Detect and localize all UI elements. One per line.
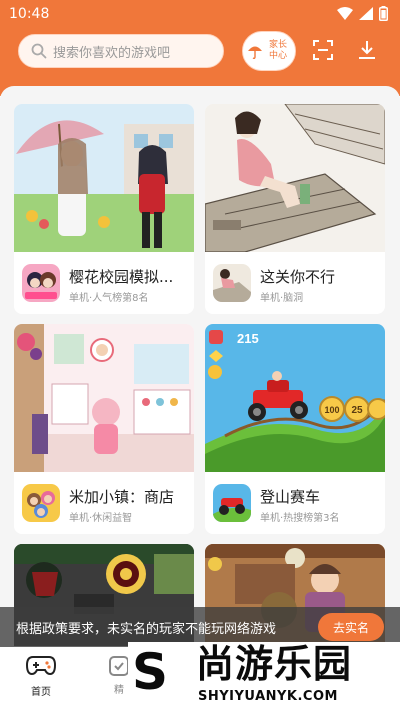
game-screenshot xyxy=(205,104,385,252)
watermark-logo-letter: S xyxy=(132,643,169,701)
game-screenshot: 215 100 25 xyxy=(205,324,385,472)
featured-icon xyxy=(109,656,129,676)
game-screenshot xyxy=(14,324,194,472)
status-time: 10:48 xyxy=(9,6,50,22)
download-icon[interactable] xyxy=(357,40,377,60)
coin-value: 100 xyxy=(324,405,339,415)
real-name-notice: 根据政策要求，未实名的玩家不能玩网络游戏 去实名 xyxy=(0,607,400,647)
verify-button[interactable]: 去实名 xyxy=(318,613,384,641)
game-card[interactable]: 215 100 25 登山赛车 单机·热搜榜第3名 xyxy=(205,324,385,534)
game-card[interactable]: 樱花校园模拟... 单机·人气榜第8名 xyxy=(14,104,194,314)
parent-center-label: 家长中心 xyxy=(268,40,287,61)
site-watermark: S 尚游乐园 SHYIYUANYK.COM xyxy=(128,642,400,708)
game-subtitle: 单机·热搜榜第3名 xyxy=(260,513,340,524)
wifi-icon xyxy=(337,7,353,20)
game-name: 樱花校园模拟... xyxy=(69,268,174,286)
umbrella-icon xyxy=(248,46,262,59)
status-bar: 10:48 xyxy=(0,0,400,28)
notice-text: 根据政策要求，未实名的玩家不能玩网络游戏 xyxy=(16,622,277,637)
game-subtitle: 单机·休闲益智 xyxy=(69,513,133,524)
search-placeholder: 搜索你喜欢的游戏吧 xyxy=(53,45,171,61)
game-card[interactable]: 米加小镇：商店 单机·休闲益智 xyxy=(14,324,194,534)
search-icon xyxy=(31,43,47,59)
game-icon xyxy=(22,484,60,522)
game-name: 这关你不行 xyxy=(260,268,336,286)
gamepad-icon xyxy=(25,656,57,676)
watermark-site-name: 尚游乐园 xyxy=(196,642,353,686)
signal-icon xyxy=(359,7,373,20)
game-subtitle: 单机·脑洞 xyxy=(260,293,304,304)
coin-25: 25 xyxy=(344,396,370,422)
watermark-url: SHYIYUANYK.COM xyxy=(198,689,338,704)
battery-icon xyxy=(379,6,388,21)
game-icon xyxy=(213,484,251,522)
game-card[interactable]: 这关你不行 单机·脑洞 xyxy=(205,104,385,314)
status-icons xyxy=(337,6,388,21)
game-subtitle: 单机·人气榜第8名 xyxy=(69,293,149,304)
coin-value: 25 xyxy=(351,405,363,416)
game-icon xyxy=(22,264,60,302)
parent-center-button[interactable]: 家长中心 xyxy=(242,31,296,71)
game-name: 米加小镇：商店 xyxy=(69,488,175,506)
game-icon xyxy=(213,264,251,302)
hud-score: 215 xyxy=(237,331,259,346)
search-box[interactable]: 搜索你喜欢的游戏吧 xyxy=(18,34,224,68)
coin-100: 100 xyxy=(319,396,345,422)
nav-home-label: 首页 xyxy=(31,687,51,698)
header: 10:48 搜索你喜欢的游戏吧 家长中心 xyxy=(0,0,400,96)
game-feed[interactable]: 樱花校园模拟... 单机·人气榜第8名 这关你不行 单机·脑洞 米加小镇：商店 … xyxy=(0,86,400,646)
game-screenshot xyxy=(14,104,194,252)
game-name: 登山赛车 xyxy=(260,488,321,506)
nav-home[interactable]: 首页 xyxy=(24,653,58,698)
scan-icon[interactable] xyxy=(313,40,333,60)
